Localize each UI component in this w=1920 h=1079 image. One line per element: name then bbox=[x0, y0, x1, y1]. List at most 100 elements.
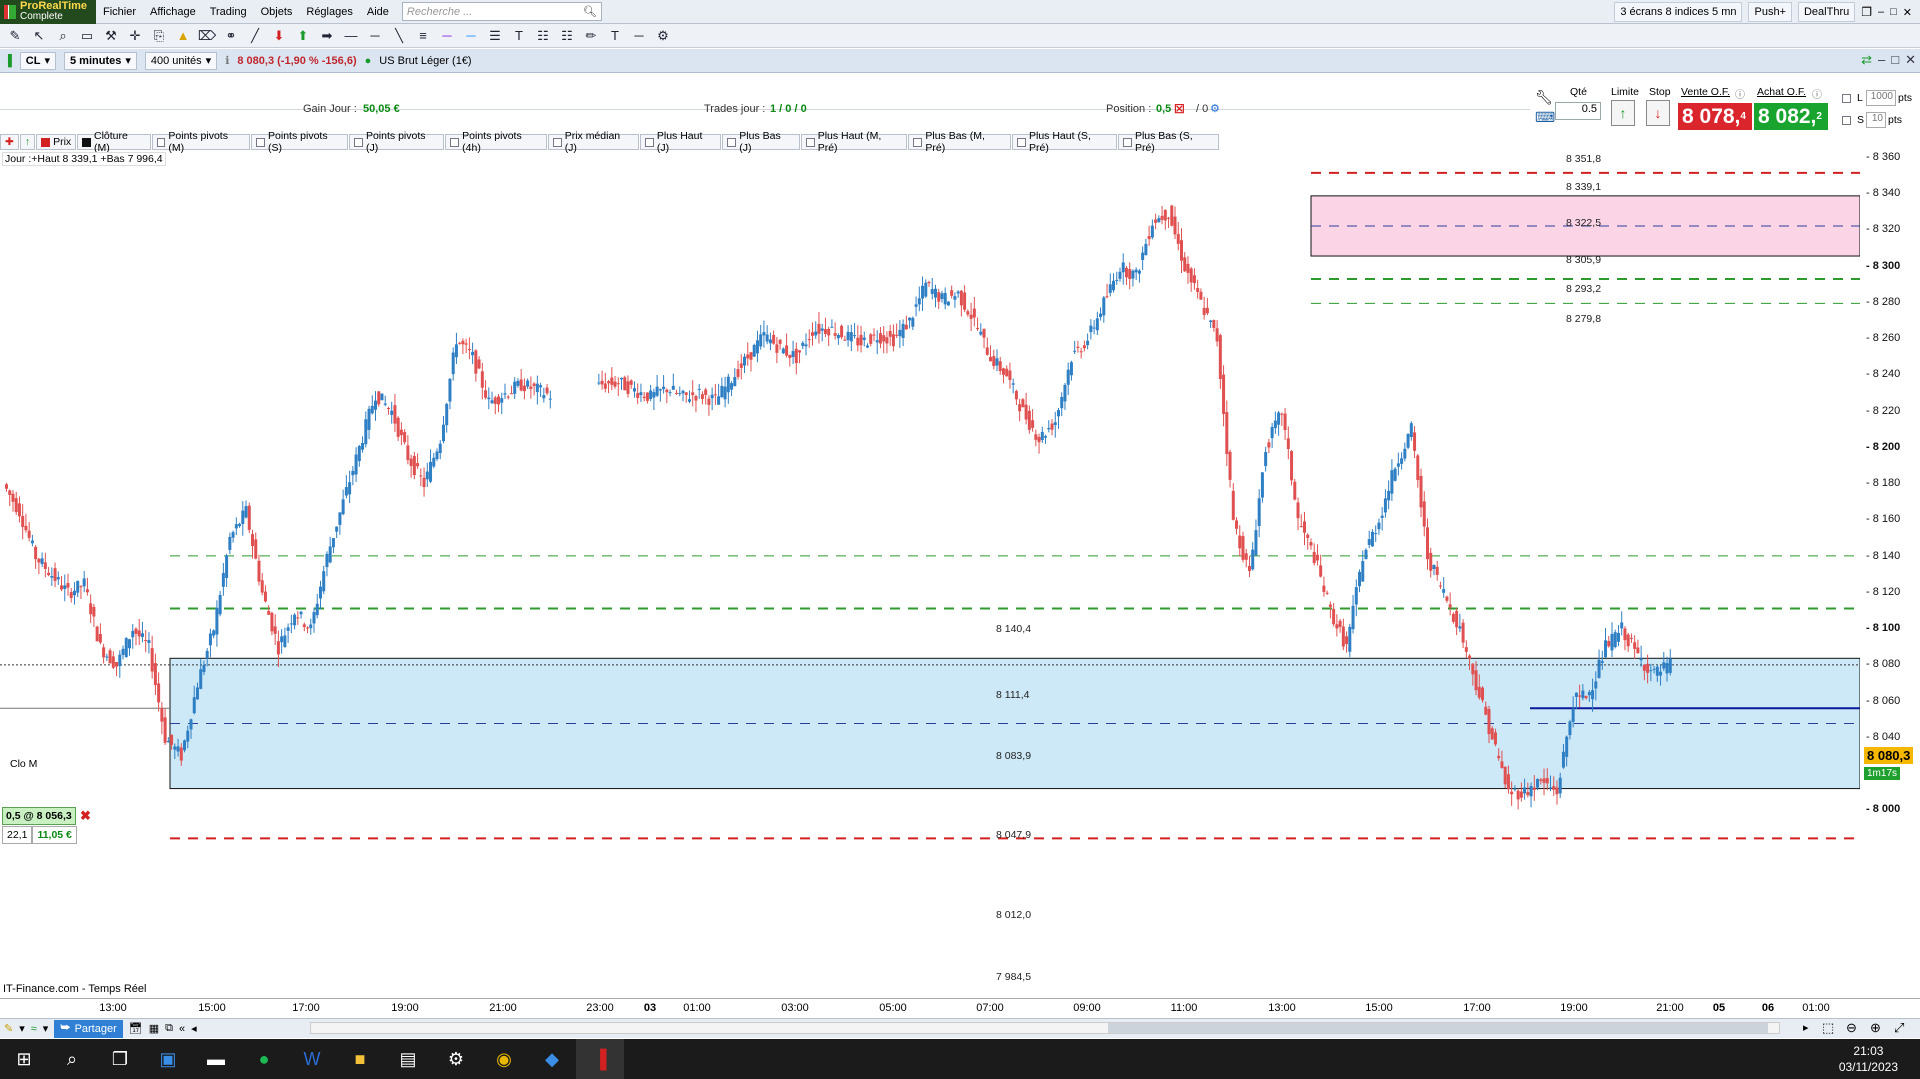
fan-icon[interactable]: ☷ bbox=[534, 27, 552, 45]
units-selector[interactable]: 400 unités ▾ bbox=[144, 51, 218, 70]
indicator-high-m[interactable]: Plus Haut (M, Pré) bbox=[800, 130, 908, 154]
menu-aide[interactable]: Aide bbox=[360, 6, 396, 18]
close-icon[interactable]: ✕ bbox=[1903, 6, 1912, 19]
menu-objets[interactable]: Objets bbox=[254, 6, 300, 18]
minimize-icon[interactable]: – bbox=[1878, 6, 1884, 18]
chevron-down-icon[interactable]: ▾ bbox=[43, 1022, 49, 1035]
hline-icon[interactable]: ─ bbox=[366, 27, 384, 45]
zoom-in-icon[interactable]: ⊕ bbox=[1870, 1020, 1881, 1036]
indicator-checkbox[interactable] bbox=[1017, 137, 1026, 147]
flat-line-icon[interactable]: ─ bbox=[630, 27, 648, 45]
search-icon[interactable]: ⌕ bbox=[48, 1039, 96, 1079]
indicator-checkbox[interactable] bbox=[552, 137, 562, 147]
s-checkbox[interactable] bbox=[1842, 116, 1851, 125]
zoom-box-icon[interactable]: ⬚ bbox=[1822, 1020, 1834, 1036]
arrow-up-icon[interactable]: ⬆ bbox=[294, 27, 312, 45]
timeframe-selector[interactable]: 5 minutes ▾ bbox=[64, 51, 137, 70]
calculator-icon[interactable]: ▤ bbox=[384, 1039, 432, 1079]
s-input[interactable]: 10 bbox=[1866, 112, 1886, 128]
blue-line-icon[interactable]: ─ bbox=[462, 27, 480, 45]
dealthru-button[interactable]: DealThru bbox=[1797, 2, 1856, 22]
indicator-checkbox[interactable] bbox=[805, 137, 815, 147]
indicator-checkbox[interactable] bbox=[1123, 137, 1132, 147]
pencil2-icon[interactable]: ✏ bbox=[582, 27, 600, 45]
push-button[interactable]: Push+ bbox=[1748, 2, 1792, 22]
menu-reglages[interactable]: Réglages bbox=[299, 6, 359, 18]
indicator-low-m[interactable]: Plus Bas (M, Pré) bbox=[908, 130, 1012, 154]
task-view-icon[interactable]: ❐ bbox=[96, 1039, 144, 1079]
position-settings-icon[interactable]: ⚙ bbox=[1210, 102, 1220, 115]
scrollbar-thumb[interactable] bbox=[1108, 1023, 1768, 1033]
info-icon[interactable]: ℹ bbox=[225, 54, 229, 67]
cursor-icon[interactable]: ↖ bbox=[30, 27, 48, 45]
ruler-icon[interactable]: ▭ bbox=[78, 27, 96, 45]
indicator-checkbox[interactable] bbox=[156, 137, 166, 147]
windows-start-icon[interactable]: ⊞ bbox=[0, 1039, 48, 1079]
qty-input[interactable]: 0.5 bbox=[1555, 102, 1601, 120]
keyboard-icon[interactable]: ⌨ bbox=[1535, 109, 1555, 126]
store-icon[interactable]: ▣ bbox=[144, 1039, 192, 1079]
arrow-down-icon[interactable]: ⬇ bbox=[270, 27, 288, 45]
menu-affichage[interactable]: Affichage bbox=[143, 6, 203, 18]
menu-fichier[interactable]: Fichier bbox=[96, 6, 143, 18]
grid-icon[interactable]: ☷ bbox=[558, 27, 576, 45]
l-checkbox[interactable] bbox=[1842, 94, 1851, 103]
table-icon[interactable]: ▦ bbox=[149, 1022, 159, 1035]
arrow-right-icon[interactable]: ➡ bbox=[318, 27, 336, 45]
tool-icon[interactable]: ⚙ bbox=[432, 1039, 480, 1079]
segment-icon[interactable]: — bbox=[342, 27, 360, 45]
buy-info-icon[interactable]: ⓘ bbox=[1812, 86, 1822, 101]
indicator-low-j[interactable]: Plus Bas (J) bbox=[722, 130, 800, 154]
indicator-prix[interactable]: Prix bbox=[36, 134, 77, 150]
scroll-right-icon[interactable]: ▸ bbox=[1803, 1021, 1809, 1034]
channel-icon[interactable]: ≡ bbox=[414, 27, 432, 45]
zoom-out-icon[interactable]: ⊖ bbox=[1846, 1020, 1857, 1036]
link-icon[interactable]: ⚭ bbox=[222, 27, 240, 45]
l-input[interactable]: 1000 bbox=[1866, 90, 1896, 106]
maximize-icon[interactable]: □ bbox=[1890, 6, 1897, 18]
text2-icon[interactable]: T bbox=[606, 27, 624, 45]
add-indicator-button[interactable]: ✚ bbox=[0, 134, 19, 150]
position-box[interactable]: 0,5 @ 8 056,3 bbox=[2, 807, 76, 825]
chevron-down-icon[interactable]: ▾ bbox=[19, 1022, 25, 1035]
menu-trading[interactable]: Trading bbox=[203, 6, 254, 18]
indicator-checkbox[interactable] bbox=[727, 137, 737, 147]
vscode-icon[interactable]: ◆ bbox=[528, 1039, 576, 1079]
restore-icon[interactable]: ❐ bbox=[1861, 5, 1872, 19]
folder-icon[interactable]: ■ bbox=[336, 1039, 384, 1079]
move-icon[interactable]: ✛ bbox=[126, 27, 144, 45]
taskbar-app-icon[interactable]: ▬ bbox=[192, 1039, 240, 1079]
chrome-icon[interactable]: ◉ bbox=[480, 1039, 528, 1079]
spotify-icon[interactable]: ● bbox=[240, 1039, 288, 1079]
pencil-icon[interactable]: ✎ bbox=[6, 27, 24, 45]
bell-icon[interactable]: ▲ bbox=[174, 27, 192, 45]
sell-info-icon[interactable]: ⓘ bbox=[1735, 86, 1745, 101]
calendar-icon[interactable]: 📅︎ bbox=[129, 1022, 143, 1035]
chevron-left-icon[interactable]: « bbox=[179, 1023, 185, 1035]
settings-icon[interactable]: ⚙ bbox=[654, 27, 672, 45]
share-button[interactable]: ⮩ Partager bbox=[54, 1019, 123, 1038]
wrench-icon[interactable]: 🔧︎ bbox=[1535, 89, 1553, 106]
prorealtime-taskbar-icon[interactable]: ▐ bbox=[576, 1039, 624, 1079]
indicator-checkbox[interactable] bbox=[354, 137, 363, 147]
sell-price-button[interactable]: 8 078, 4 bbox=[1678, 103, 1752, 130]
indicator-high-j[interactable]: Plus Haut (J) bbox=[639, 130, 722, 154]
hammer-icon[interactable]: ⚒ bbox=[102, 27, 120, 45]
chart-style-icon[interactable]: ≈ bbox=[31, 1023, 37, 1035]
symbol-selector[interactable]: CL ▾ bbox=[19, 51, 56, 70]
indicator-pivots-m[interactable]: Points pivots (M) bbox=[151, 130, 251, 154]
word-icon[interactable]: W bbox=[288, 1039, 336, 1079]
layout-icon[interactable]: ⧉ bbox=[165, 1022, 173, 1035]
indicator-low-s[interactable]: Plus Bas (S, Pré) bbox=[1118, 130, 1219, 154]
purple-line-icon[interactable]: ─ bbox=[438, 27, 456, 45]
indicator-checkbox[interactable] bbox=[450, 137, 460, 147]
copy-icon[interactable]: ⎘ bbox=[150, 27, 168, 45]
indicator-pivots-s[interactable]: Points pivots (S) bbox=[251, 130, 349, 154]
trendline-icon[interactable]: ╲ bbox=[390, 27, 408, 45]
chart-type-icon[interactable]: ▐ bbox=[4, 55, 12, 67]
arrow-indicator-button[interactable]: ↑ bbox=[19, 134, 36, 150]
window-maximize-icon[interactable]: □ bbox=[1891, 52, 1899, 68]
indicator-cloture[interactable]: Clôture (M) bbox=[77, 130, 151, 154]
indicator-checkbox[interactable] bbox=[913, 137, 923, 147]
fit-icon[interactable]: ⤢ bbox=[1894, 1020, 1904, 1036]
